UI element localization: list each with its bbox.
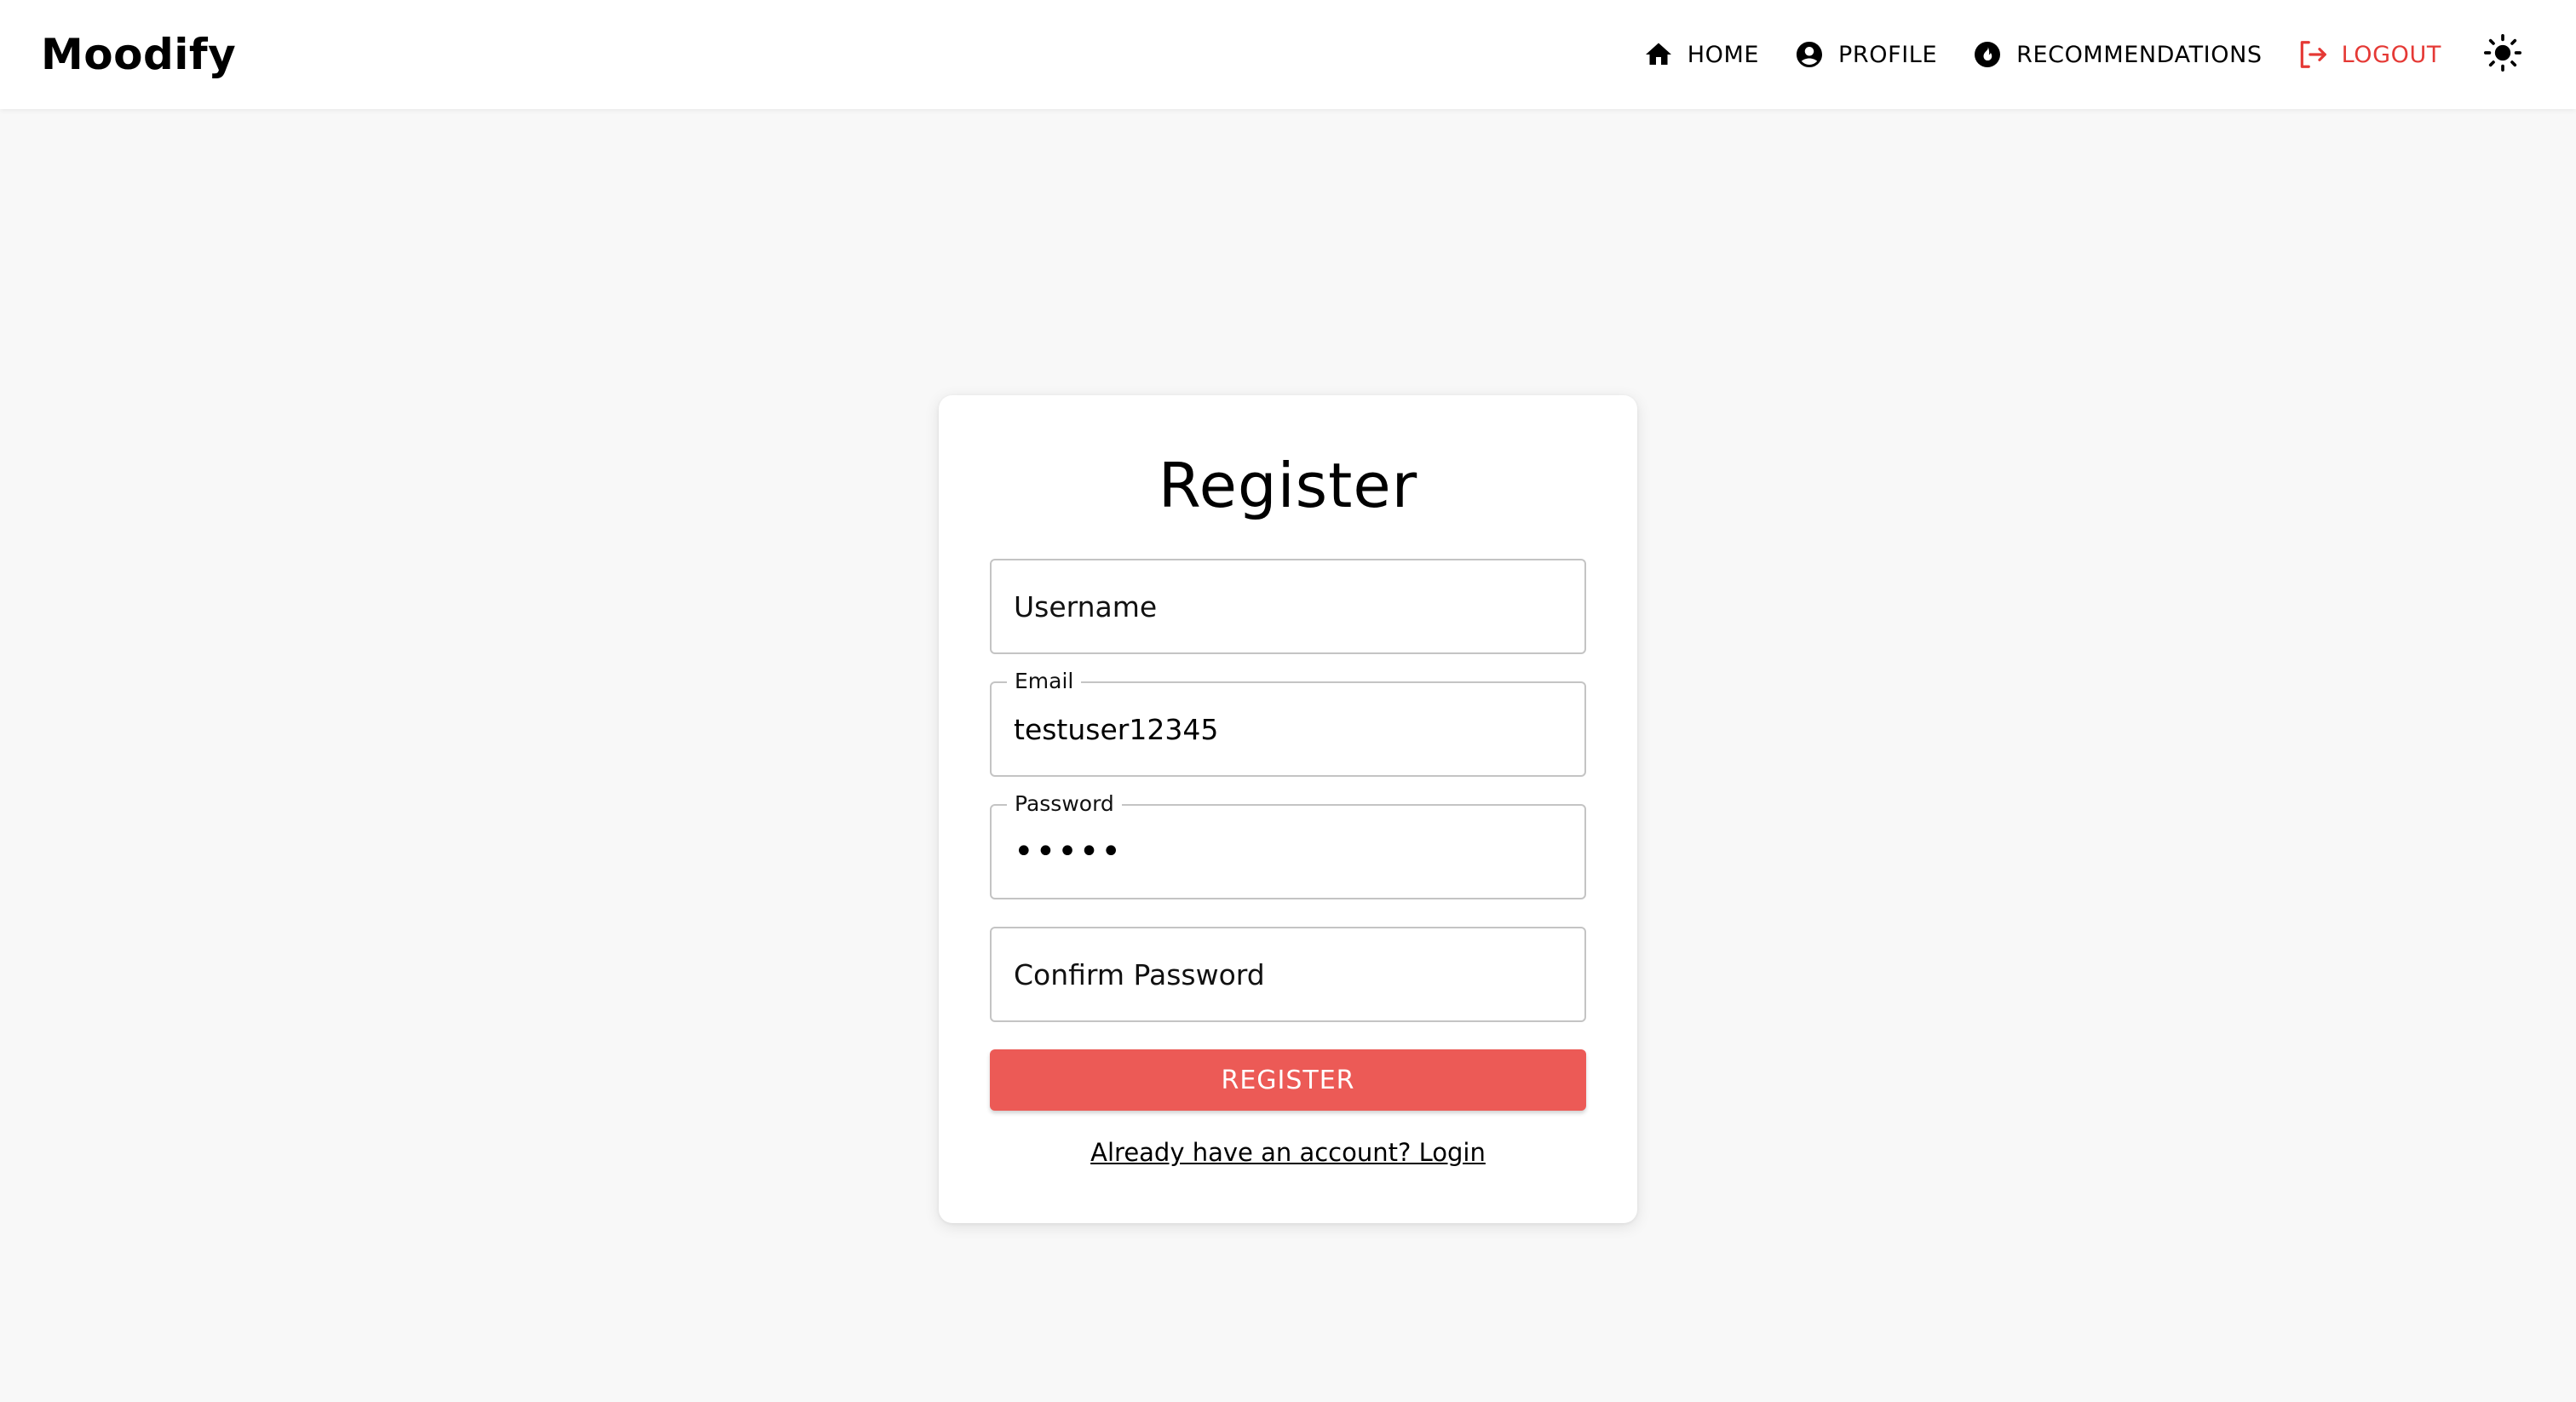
- login-link[interactable]: Already have an account? Login: [939, 1138, 1637, 1167]
- register-card: Register Email Password REGISTER Already…: [939, 395, 1637, 1223]
- nav-menu: HOME PROFILE RECOMMENDATIONS LOGOUT: [1615, 0, 2527, 109]
- register-button[interactable]: REGISTER: [990, 1049, 1586, 1111]
- nav-home[interactable]: HOME: [1635, 24, 1766, 85]
- theme-toggle-button[interactable]: [2479, 31, 2527, 78]
- whatshot-icon: [1970, 37, 2004, 72]
- email-input[interactable]: [1014, 683, 1562, 775]
- home-icon: [1642, 37, 1676, 72]
- nav-profile[interactable]: PROFILE: [1785, 24, 1944, 85]
- account-circle-icon: [1792, 37, 1826, 72]
- brand-logo[interactable]: Moodify: [41, 24, 236, 85]
- app-root: Moodify HOME PROFILE RECOMMENDATIONS LOG…: [0, 0, 2576, 1402]
- confirm-password-field[interactable]: [990, 927, 1586, 1022]
- nav-home-label: HOME: [1687, 41, 1760, 68]
- password-field[interactable]: Password: [990, 792, 1586, 899]
- logout-icon: [2296, 37, 2330, 72]
- register-title: Register: [1158, 450, 1418, 521]
- username-field[interactable]: [990, 559, 1586, 654]
- top-navbar: Moodify HOME PROFILE RECOMMENDATIONS LOG…: [0, 0, 2576, 109]
- password-input[interactable]: [1014, 806, 1562, 898]
- nav-recommendations[interactable]: RECOMMENDATIONS: [1964, 24, 2269, 85]
- username-input[interactable]: [1014, 560, 1562, 652]
- sun-icon: [2484, 34, 2521, 75]
- nav-logout-label: LOGOUT: [2341, 41, 2441, 68]
- email-field[interactable]: Email: [990, 669, 1586, 777]
- nav-profile-label: PROFILE: [1838, 41, 1938, 68]
- nav-logout[interactable]: LOGOUT: [2289, 24, 2448, 85]
- confirm-password-input[interactable]: [1014, 928, 1562, 1020]
- nav-recommendations-label: RECOMMENDATIONS: [2016, 41, 2263, 68]
